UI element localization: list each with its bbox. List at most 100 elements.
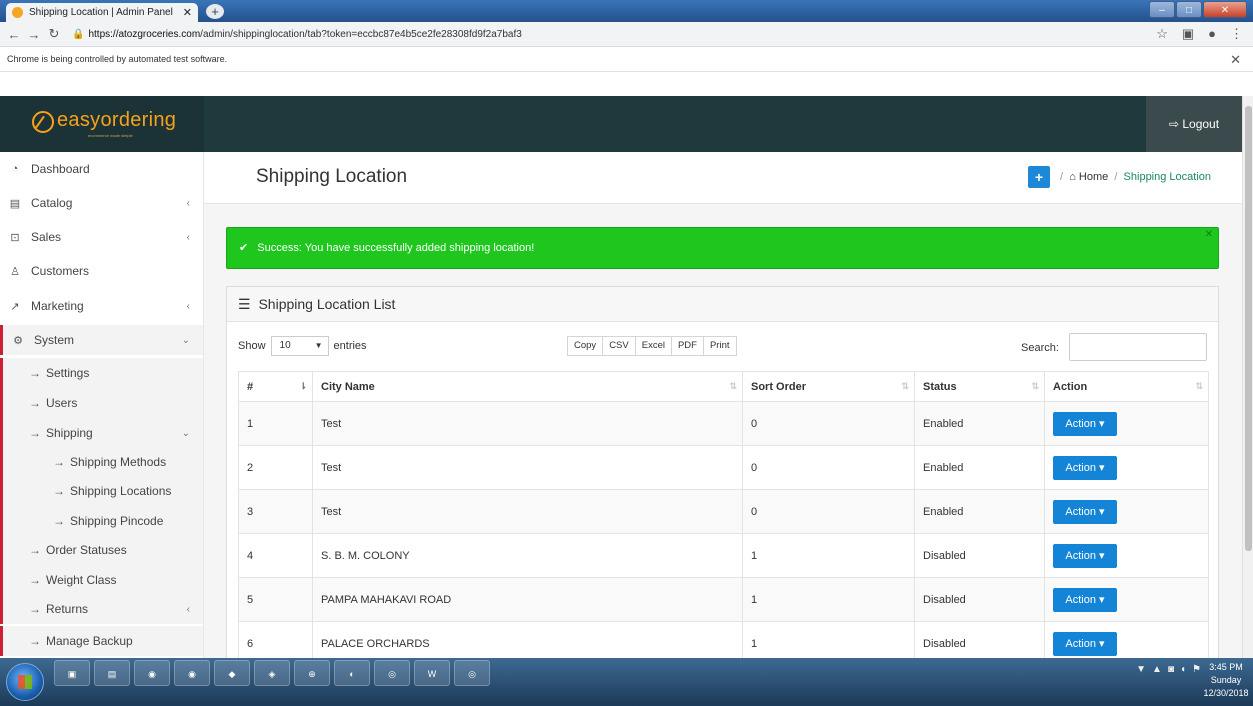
taskbar-app-icon[interactable]: ◆ [214, 660, 250, 686]
globe-icon[interactable]: ⊕ [294, 660, 330, 686]
logout-button[interactable]: ⇨ Logout [1146, 96, 1242, 152]
print-button[interactable]: Print [702, 336, 737, 356]
alert-close-icon[interactable]: ✕ [1205, 215, 1213, 255]
cell-num: 4 [238, 533, 313, 578]
back-arrow-icon[interactable]: ← [4, 27, 24, 42]
forward-arrow-icon[interactable]: → [24, 27, 44, 42]
chevron-left-icon: ‹ [186, 231, 190, 243]
sidebar-item-label: Dashboard [31, 162, 90, 176]
entries-select[interactable]: 10 ▼ [270, 336, 329, 356]
word-icon[interactable]: W [414, 660, 450, 686]
cell-sort-order: 0 [742, 445, 915, 490]
extension-icon[interactable]: ▣ [1182, 26, 1194, 42]
list-icon: ☰ [238, 296, 251, 312]
action-label: Action [1065, 461, 1096, 474]
table-header-row: # ⇂ City Name ⇅ Sort Order ⇅ Status ⇅ Action… [238, 371, 1209, 402]
taskbar-app-icon[interactable]: ◈ [254, 660, 290, 686]
cell-action: Action ▾ [1044, 621, 1209, 658]
window-close-icon[interactable]: ✕ [1203, 1, 1247, 18]
catalog-icon: ▤ [9, 197, 21, 210]
cell-num: 5 [238, 577, 313, 622]
lock-icon: 🔒 [72, 28, 85, 40]
close-icon[interactable]: ✕ [183, 6, 192, 19]
search-input[interactable] [1069, 333, 1207, 361]
caret-down-icon: ▾ [1099, 505, 1105, 518]
table-row: 4 S. B. M. COLONY 1 Disabled Action ▾ [238, 533, 1209, 578]
caret-down-icon: ▾ [1099, 593, 1105, 606]
volume-icon[interactable]: ◖ [1180, 664, 1186, 675]
sidebar-item-manage-backup[interactable]: → Manage Backup [0, 626, 203, 656]
excel-button[interactable]: Excel [634, 336, 672, 356]
add-location-button[interactable]: + [1028, 166, 1050, 188]
start-button[interactable] [6, 663, 44, 701]
flag-icon[interactable]: ⚑ [1192, 664, 1201, 675]
maximize-icon[interactable]: □ [1176, 1, 1202, 18]
cell-city: Test [312, 445, 743, 490]
firefox-icon[interactable]: ◉ [134, 660, 170, 686]
taskbar-apps: ▣ ▤ ◉ ◉ ◆ ◈ ⊕ ◐ ◎ W ◎ [54, 660, 490, 686]
csv-button[interactable]: CSV [602, 336, 636, 356]
profile-icon[interactable]: ● [1208, 26, 1216, 42]
url-field[interactable]: https://atozgroceries.com/admin/shipping… [88, 29, 521, 40]
chrome-icon[interactable]: ◎ [454, 660, 490, 686]
action-dropdown-button[interactable]: Action ▾ [1053, 499, 1117, 524]
menu-dots-icon[interactable]: ⋮ [1230, 26, 1243, 42]
column-header-sort-order[interactable]: Sort Order ⇅ [742, 371, 915, 402]
cell-action: Action ▾ [1044, 401, 1209, 446]
action-dropdown-button[interactable]: Action ▾ [1053, 587, 1117, 612]
taskbar-app-icon[interactable]: ▣ [54, 660, 90, 686]
column-header-action[interactable]: Action ⇅ [1044, 371, 1209, 402]
network-icon[interactable]: ◙ [1168, 664, 1174, 675]
chrome-icon[interactable]: ◎ [374, 660, 410, 686]
action-dropdown-button[interactable]: Action ▾ [1053, 543, 1117, 568]
sidebar-item-weight-class[interactable]: → Weight Class [0, 565, 203, 595]
sidebar-item-sales[interactable]: ⊡ Sales ‹ [0, 222, 203, 252]
bookmark-star-icon[interactable]: ☆ [1156, 26, 1168, 42]
sidebar-item-marketing[interactable]: ↗ Marketing ‹ [0, 291, 203, 321]
taskbar-app-icon[interactable]: ◐ [334, 660, 370, 686]
cart-icon: ⊡ [10, 231, 20, 244]
column-header-num[interactable]: # ⇂ [238, 371, 313, 402]
sidebar-item-shipping-locations[interactable]: → Shipping Locations [0, 476, 203, 506]
arrow-right-icon: → [29, 366, 41, 380]
new-tab-icon[interactable]: + [206, 4, 224, 19]
lock-icon[interactable]: ▲ [1152, 664, 1162, 675]
breadcrumb-home[interactable]: ⌂ Home [1069, 171, 1108, 183]
sidebar-item-users[interactable]: → Users [0, 388, 203, 418]
sidebar-item-label: Sales [31, 230, 62, 244]
action-dropdown-button[interactable]: Action ▾ [1053, 455, 1117, 480]
cell-sort-order: 0 [742, 401, 915, 446]
page-scrollbar[interactable] [1242, 96, 1253, 658]
sort-icon: ⇅ [901, 381, 909, 391]
browser-tab[interactable]: Shipping Location | Admin Panel ✕ [6, 3, 198, 22]
infobar-close-icon[interactable]: ✕ [1230, 47, 1241, 72]
sidebar-item-returns[interactable]: → Returns ‹ [0, 594, 203, 624]
caret-down-icon: ▾ [1099, 549, 1105, 562]
folder-icon[interactable]: ▤ [94, 660, 130, 686]
brand-logo[interactable]: easyordering ecommerce made simple [0, 96, 204, 152]
arrow-right-icon: → [29, 602, 41, 616]
sidebar-item-system[interactable]: ⚙ System ⌄ [0, 325, 203, 355]
column-header-status[interactable]: Status ⇅ [914, 371, 1045, 402]
firefox-icon[interactable]: ◉ [174, 660, 210, 686]
taskbar-clock[interactable]: 3:45 PM Sunday 12/30/2018 [1203, 661, 1249, 700]
shield-icon[interactable]: ▼ [1136, 664, 1146, 675]
sort-asc-icon: ⇂ [299, 381, 307, 391]
sidebar-item-catalog[interactable]: ▤ Catalog ‹ [0, 188, 203, 218]
sidebar-item-shipping[interactable]: → Shipping ⌄ [0, 418, 203, 448]
sidebar-item-dashboard[interactable]: ◔ Dashboard [0, 154, 203, 184]
sidebar-item-customers[interactable]: ♙ Customers [0, 256, 203, 286]
action-dropdown-button[interactable]: Action ▾ [1053, 411, 1117, 436]
sidebar-item-settings[interactable]: → Settings [0, 358, 203, 388]
minimize-icon[interactable]: – [1149, 1, 1175, 18]
brand-tagline: ecommerce made simple [88, 133, 133, 138]
column-header-city[interactable]: City Name ⇅ [312, 371, 743, 402]
sidebar-item-order-statuses[interactable]: → Order Statuses [0, 535, 203, 565]
pdf-button[interactable]: PDF [670, 336, 704, 356]
copy-button[interactable]: Copy [567, 336, 604, 356]
reload-icon[interactable]: ↻ [44, 26, 64, 42]
action-dropdown-button[interactable]: Action ▾ [1053, 631, 1117, 656]
scrollbar-thumb[interactable] [1245, 106, 1252, 551]
sidebar-item-shipping-pincode[interactable]: → Shipping Pincode [0, 506, 203, 536]
sidebar-item-shipping-methods[interactable]: → Shipping Methods [0, 447, 203, 477]
